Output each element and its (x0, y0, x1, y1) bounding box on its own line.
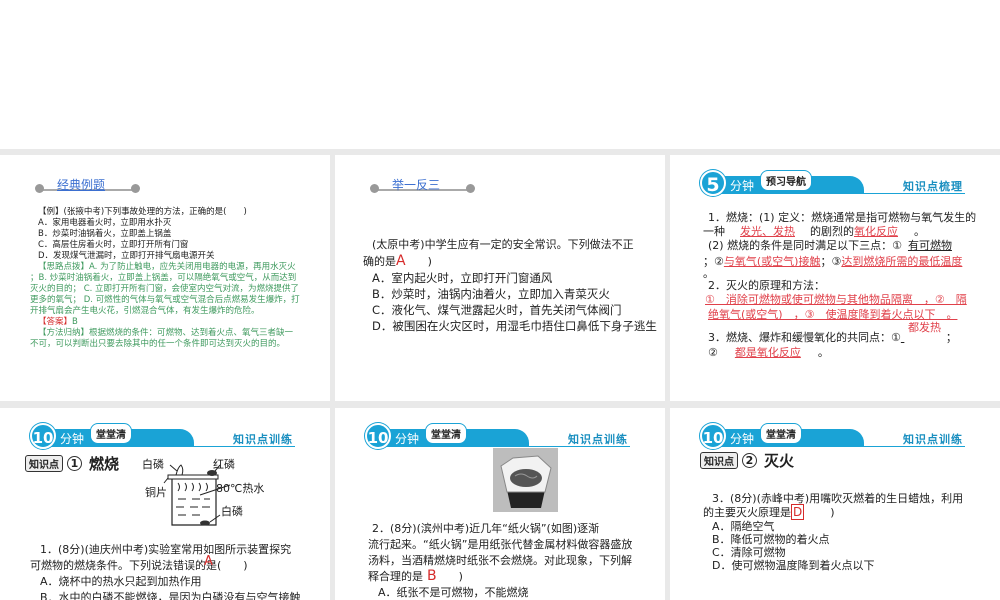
label-red-phosphorus: 红磷 (213, 458, 235, 471)
hint-text: 灭火的目的； C. 立即打开所有门窗，会使室内空气对流，为燃烧提供了 (30, 284, 300, 294)
text: 。 (817, 346, 829, 359)
option-a: A．烧杯中的热水只起到加热作用 (40, 575, 202, 588)
banner-right-title: 知识点训练 (233, 433, 293, 446)
label-copper-sheet: 铜片 (145, 486, 167, 499)
question-line: 汤料，当酒精燃烧时纸张不会燃烧。对此现象，下列解 (368, 554, 632, 567)
paper-hotpot-photo (493, 448, 558, 512)
slide-knowledge-summary[interactable]: 5 分钟 预习导航 知识点梳理 1．燃烧：(1) 定义：燃烧通常是指可燃物与氧气… (670, 155, 1000, 401)
minutes-label: 分钟 (730, 432, 755, 446)
slide-exercise-paper-hotpot[interactable]: 10 分钟 堂堂清 知识点训练 2．(8分)(滨州中考)近几年“纸火锅”(如图)… (335, 408, 665, 600)
section-header: 举一反三 (370, 178, 475, 193)
option-a: A．室内起火时，立即打开门窗通风 (372, 271, 553, 285)
slide-exercise-combustion[interactable]: 10 分钟 堂堂清 知识点训练 知识点 1 燃烧 白磷 红磷 铜片 80℃热水 白磷… (0, 408, 330, 600)
question-line: 2．(8分)(滨州中考)近几年“纸火锅”(如图)逐渐 (372, 522, 600, 535)
label-white-phosphorus-bottom: 白磷 (221, 505, 243, 518)
banner: 10 分钟 堂堂清 知识点训练 (700, 423, 965, 449)
handwritten-answer: 都是氧化反应 (734, 346, 801, 359)
option-d: D．使可燃物温度降到着火点以下 (712, 559, 875, 572)
handwritten-answer: A (204, 554, 213, 569)
banner-tag: 堂堂清 (90, 423, 132, 444)
handwritten-answer: D (791, 504, 805, 520)
question-line: 确的是 (363, 255, 396, 268)
answer-label: 【答案】 (38, 317, 73, 327)
text: ；③ (820, 255, 842, 268)
question-line: 释合理的是 (368, 570, 423, 583)
minutes-badge: 10 (700, 423, 726, 449)
kp-number: 2 (742, 453, 757, 468)
method-label: 【方法归纳】 (38, 328, 90, 338)
minutes-label: 分钟 (60, 432, 85, 446)
option-d: D．被围困在火灾区时，用湿毛巾捂住口鼻低下身子逃生 (372, 319, 657, 333)
banner-tag: 堂堂清 (760, 423, 802, 444)
answer-value: B (72, 317, 78, 327)
label-hot-water: 80℃热水 (216, 482, 265, 495)
option-a: A．家用电器着火时，立即用水扑灭 (38, 218, 172, 228)
banner-tag: 预习导航 (760, 170, 812, 191)
label-white-phosphorus: 白磷 (142, 458, 164, 471)
text: 3．燃烧、爆炸和缓慢氧化的共同点：① (708, 331, 901, 344)
question-line: 可燃物的燃烧条件。下列说法错误的是( ) (30, 559, 248, 572)
bracket: ) (458, 570, 463, 583)
minutes-badge: 10 (365, 423, 391, 449)
slide-practice[interactable]: 举一反三 (太原中考)中学生应有一定的安全常识。下列做法不正 确的是A) A．室… (335, 155, 665, 401)
top-blank-area (0, 0, 1000, 149)
hint-text: 更多的氧气； D. 可燃性的气体与氧气或空气混合后点燃易发生爆炸，打 (30, 295, 300, 305)
banner-tag: 堂堂清 (425, 423, 467, 444)
handwritten-answer: 与氧气(或空气)接触 (723, 255, 821, 268)
minutes-label: 分钟 (730, 179, 755, 193)
minutes-label: 分钟 (395, 432, 420, 446)
option-c: C．高层住房着火时，立即打开所有门窗 (38, 240, 189, 250)
kp-title: 燃烧 (89, 455, 120, 473)
question-line: 【例】(张掖中考)下列事故处理的方法，正确的是( ) (38, 207, 247, 217)
option-d: D．发现煤气泄漏时，立即打开排气扇电源开关 (38, 251, 215, 261)
question-line: 流行起来。“纸火锅”是用纸张代替金属材料做容器盛放 (368, 538, 633, 551)
minutes-badge: 10 (30, 423, 56, 449)
banner-right-title: 知识点梳理 (903, 180, 963, 193)
text: (2) 燃烧的条件是同时满足以下三点：① (708, 239, 902, 252)
handwritten-answer: 达到燃烧所需的最低温度 (841, 255, 963, 268)
hint-text: ；B. 炒菜时油锅着火，立即盖上锅盖，可以隔绝氧气或空气，从而达到 (30, 273, 297, 283)
bracket: ) (830, 506, 835, 519)
minutes-badge: 5 (700, 170, 726, 196)
option-b: B．炒菜时，油锅内油着火，立即加入青菜灭火 (372, 287, 610, 301)
knowledge-point-heading: 知识点 2 灭火 (700, 450, 794, 471)
hint-text: A. 为了防止触电，应先关闭用电器的电源，再用水灭火 (89, 262, 296, 272)
method-text: 不可，可以判断出只要去除其中的任一个条件即可达到灭火的目的。 (30, 339, 286, 349)
handwritten-answer: B (427, 568, 437, 584)
banner: 10 分钟 堂堂清 知识点训练 (365, 423, 630, 449)
handwritten-answer: A (396, 253, 406, 269)
kp-label: 知识点 (25, 455, 63, 472)
question-line: 1．(8分)(迪庆州中考)实验室常用如图所示装置探究 (40, 543, 292, 556)
banner: 10 分钟 堂堂清 知识点训练 (30, 423, 295, 449)
section-header: 经典例题 (35, 178, 140, 193)
kp-label: 知识点 (700, 452, 738, 469)
handwritten-answer: ①＿消除可燃物或使可燃物与其他物品隔离＿，②＿隔 (705, 293, 967, 306)
method-text: 根据燃烧的条件：可燃物、达到着火点、氧气三者缺一 (89, 328, 294, 338)
knowledge-point-heading: 知识点 1 燃烧 (25, 453, 119, 474)
question-line: (太原中考)中学生应有一定的安全常识。下列做法不正 (372, 238, 634, 251)
hint-text: 开排气扇会产生电火花，引燃混合气体，有发生爆炸的危险。 (30, 306, 260, 316)
text: ② (708, 346, 718, 359)
slide-classic-example[interactable]: 经典例题 【例】(张掖中考)下列事故处理的方法，正确的是( ) A．家用电器着火… (0, 155, 330, 401)
option-b: B．炒菜时油锅着火，立即盖上锅盖 (38, 229, 172, 239)
option-a: A．纸张不是可燃物，不能燃烧 (378, 586, 529, 599)
banner: 5 分钟 预习导航 知识点梳理 (700, 170, 965, 196)
option-c: C．液化气、煤气泄露起火时，首先关闭气体阀门 (372, 303, 622, 317)
banner-right-title: 知识点训练 (568, 433, 628, 446)
kp-title: 灭火 (764, 452, 795, 470)
section-title: 举一反三 (392, 178, 441, 192)
bracket: ) (427, 255, 432, 268)
answer-text: 有可燃物 (907, 239, 952, 252)
hint-label: 【思路点拨】 (38, 262, 90, 272)
text: ； (945, 331, 957, 344)
section-title: 经典例题 (57, 178, 106, 192)
option-b: B．水中的白磷不能燃烧，是因为白磷没有与空气接触 (40, 591, 301, 600)
kp-number: 1 (67, 456, 82, 471)
banner-right-title: 知识点训练 (903, 433, 963, 446)
slide-exercise-extinguish[interactable]: 10 分钟 堂堂清 知识点训练 知识点 2 灭火 3．(8分)(赤峰中考)用嘴吹灭燃… (670, 408, 1000, 600)
